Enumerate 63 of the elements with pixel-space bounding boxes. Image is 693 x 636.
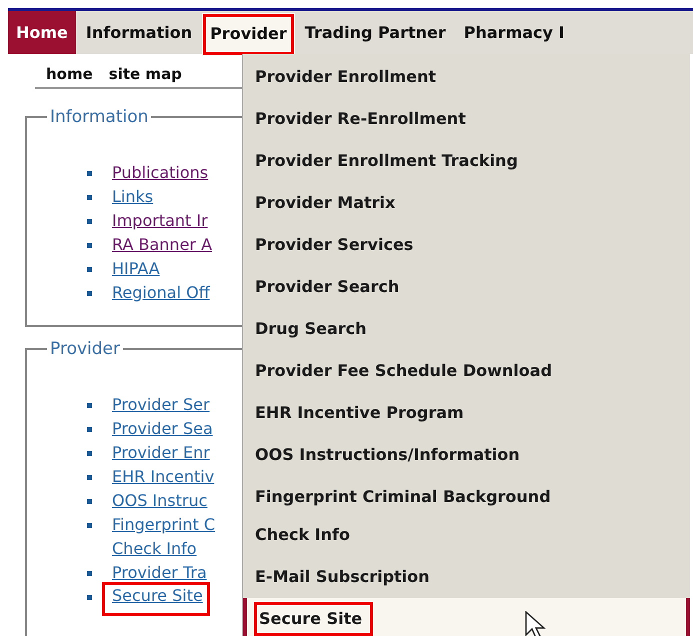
nav-tab[interactable]: Information — [78, 11, 200, 54]
link[interactable]: Provider Sea — [112, 416, 213, 440]
menu-item-label: E-Mail Subscription — [255, 566, 430, 588]
link[interactable]: Regional Off — [112, 280, 210, 304]
menu-item[interactable]: E-Mail Subscription — [243, 556, 690, 598]
link[interactable]: RA Banner A — [112, 232, 212, 256]
bullet-icon — [87, 170, 92, 176]
menu-item-label: Provider Re-Enrollment — [255, 108, 466, 130]
bullet-icon — [87, 266, 92, 272]
menu-item[interactable]: EHR Incentive Program — [243, 392, 690, 434]
bullet-icon — [87, 450, 92, 456]
bullet-icon — [87, 570, 92, 576]
menu-item-label: Drug Search — [255, 318, 367, 340]
bullet-icon — [87, 522, 92, 528]
link[interactable]: HIPAA — [112, 256, 160, 280]
link[interactable]: Provider Tra — [112, 560, 207, 584]
bullet-icon — [87, 402, 92, 408]
menu-item[interactable]: Provider Fee Schedule Download — [243, 350, 690, 392]
link[interactable]: Provider Enr — [112, 440, 210, 464]
menu-item[interactable]: Provider Services — [243, 224, 690, 266]
link[interactable]: Links — [112, 184, 154, 208]
bullet-icon — [87, 290, 92, 296]
menu-item[interactable]: Provider Re-Enrollment — [243, 98, 690, 140]
nav-tab[interactable]: Home — [8, 11, 76, 54]
link[interactable]: Publications — [112, 160, 208, 184]
nav-tab[interactable]: Provider — [202, 12, 295, 56]
bullet-icon — [87, 474, 92, 480]
menu-item-label: Provider Search — [255, 276, 400, 298]
link[interactable]: Important Ir — [112, 208, 208, 232]
menu-item[interactable]: Secure Site — [243, 598, 690, 636]
section-legend: Information — [47, 106, 152, 126]
sub-nav-link[interactable]: home — [46, 63, 93, 86]
menu-item[interactable]: Provider Matrix — [243, 182, 690, 224]
menu-item[interactable]: Provider Search — [243, 266, 690, 308]
menu-item-label: EHR Incentive Program — [255, 402, 464, 424]
menu-item-label: Provider Enrollment — [255, 66, 436, 88]
link[interactable]: Fingerprint C Check Info — [112, 512, 216, 560]
menu-item[interactable]: Fingerprint Criminal Background Check Info — [243, 476, 690, 556]
link[interactable]: OOS Instruc — [112, 488, 208, 512]
nav-tab[interactable]: Pharmacy I — [456, 11, 572, 54]
menu-item[interactable]: OOS Instructions/Information — [243, 434, 690, 476]
link[interactable]: EHR Incentiv — [112, 464, 214, 488]
bullet-icon — [87, 218, 92, 224]
menu-item[interactable]: Drug Search — [243, 308, 690, 350]
menu-item-label: Provider Enrollment Tracking — [255, 150, 518, 172]
bullet-icon — [87, 242, 92, 248]
section-legend: Provider — [47, 338, 123, 358]
menu-item[interactable]: Provider Enrollment Tracking — [243, 140, 690, 182]
menu-item[interactable]: Provider Enrollment — [243, 56, 690, 98]
menu-item-label: Provider Fee Schedule Download — [255, 360, 552, 382]
menu-item-label: Provider Matrix — [255, 192, 396, 214]
bullet-icon — [87, 498, 92, 504]
bullet-icon — [87, 194, 92, 200]
nav-tab[interactable]: Trading Partner — [296, 11, 454, 54]
menu-item-label: Provider Services — [255, 234, 414, 256]
link[interactable]: Provider Ser — [112, 392, 210, 416]
link[interactable]: Secure Site — [102, 582, 210, 616]
menu-item-label: Secure Site — [254, 602, 374, 636]
menu-item-label: Fingerprint Criminal Background Check Info — [255, 486, 551, 546]
bullet-icon — [87, 426, 92, 432]
menu-item-label: OOS Instructions/Information — [255, 444, 520, 466]
bullet-icon — [87, 594, 92, 600]
sub-nav-link[interactable]: site map — [108, 63, 182, 86]
